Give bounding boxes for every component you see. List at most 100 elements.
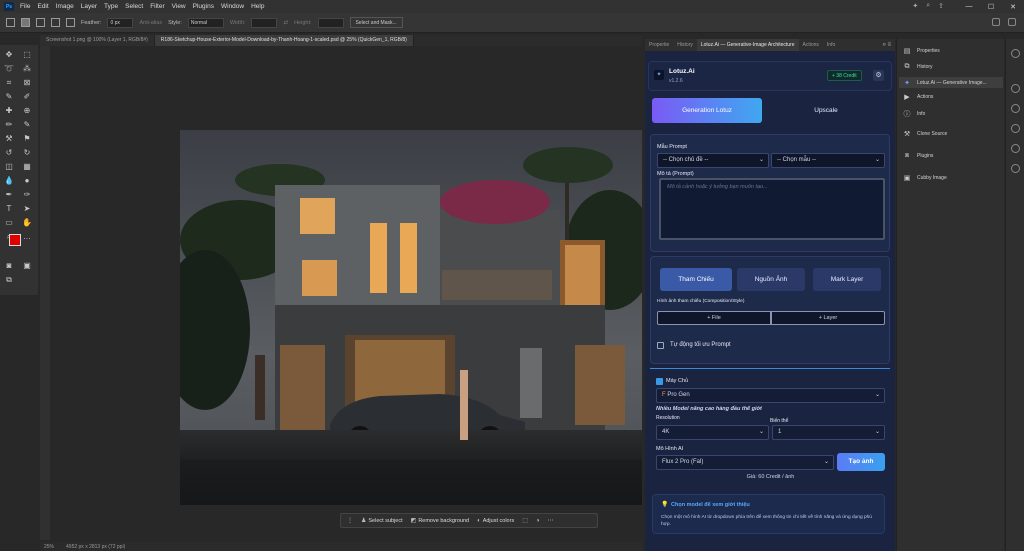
history-brush-icon[interactable]: ↺ bbox=[4, 148, 14, 158]
menu-select[interactable]: Select bbox=[125, 3, 143, 10]
width-input[interactable] bbox=[251, 17, 278, 28]
paths-panel-icon[interactable] bbox=[1011, 164, 1020, 173]
tab-info[interactable]: Info bbox=[823, 39, 839, 51]
panel-item-actions[interactable]: ▶ Actions bbox=[903, 93, 933, 101]
lasso-tool-icon[interactable]: ➰ bbox=[4, 64, 14, 74]
libraries-panel-icon[interactable] bbox=[1011, 124, 1020, 133]
subtract-selection-icon[interactable] bbox=[51, 18, 60, 27]
workspace-icon[interactable] bbox=[1008, 18, 1016, 26]
path-select-icon[interactable]: ➤ bbox=[22, 204, 32, 214]
panel-item-properties[interactable]: ▤ Properties bbox=[903, 47, 940, 55]
style-select[interactable]: Normal bbox=[187, 17, 224, 28]
pencil-tool-icon[interactable]: ✎ bbox=[22, 120, 32, 130]
menu-file[interactable]: File bbox=[20, 3, 30, 10]
adjustments-panel-icon[interactable] bbox=[1011, 104, 1020, 113]
select-subject-button[interactable]: ♟ Select subject bbox=[361, 517, 403, 525]
panel-item-history[interactable]: ⧉ History bbox=[903, 63, 933, 71]
doc-tab-house[interactable]: R186-Sketchup-House-Exterior-Model-Downl… bbox=[154, 35, 414, 46]
mask-icon[interactable]: ◑ bbox=[536, 518, 540, 524]
new-selection-icon[interactable] bbox=[21, 18, 30, 27]
patch-tool-icon[interactable]: ⊕ bbox=[22, 106, 32, 116]
move-tool-icon[interactable]: ✥ bbox=[4, 50, 14, 60]
tab-actions[interactable]: Actions bbox=[799, 39, 823, 51]
menu-type[interactable]: Type bbox=[104, 3, 118, 10]
foreground-color-swatch[interactable] bbox=[9, 234, 21, 246]
swap-icon[interactable]: ⇄ bbox=[283, 20, 288, 26]
photoshop-logo-icon[interactable]: Ps bbox=[4, 2, 14, 11]
auto-optimize-checkbox[interactable] bbox=[657, 342, 664, 349]
tab-generation[interactable]: Generation Lotuz bbox=[652, 98, 762, 123]
eraser-tool-icon[interactable]: ◫ bbox=[4, 162, 14, 172]
panel-item-info[interactable]: ⓘ Info bbox=[903, 109, 926, 119]
blur-tool-icon[interactable]: 💧 bbox=[4, 176, 14, 186]
tab-lotuz[interactable]: Lotuz.Ai — Generative-Image Architecture bbox=[696, 39, 799, 51]
add-selection-icon[interactable] bbox=[36, 18, 45, 27]
adjust-colors-button[interactable]: ◐ Adjust colors bbox=[477, 518, 514, 524]
freeform-pen-icon[interactable]: ✑ bbox=[22, 190, 32, 200]
server-select[interactable]: F Pro Gen ⌄ bbox=[656, 388, 885, 403]
layers-panel-icon[interactable] bbox=[1011, 84, 1020, 93]
dodge-tool-icon[interactable]: ● bbox=[22, 176, 32, 186]
menu-filter[interactable]: Filter bbox=[150, 3, 164, 10]
color-panel-icon[interactable] bbox=[1011, 49, 1020, 58]
search-panel-icon[interactable] bbox=[992, 18, 1000, 26]
variants-select[interactable]: 1 ⌄ bbox=[772, 425, 885, 440]
tab-history[interactable]: History bbox=[673, 39, 697, 51]
tab-mark-layer[interactable]: Mark Layer bbox=[813, 268, 881, 291]
clone-stamp-icon[interactable]: ⚒ bbox=[4, 134, 14, 144]
screen-mode-icon[interactable]: ▣ bbox=[22, 261, 32, 271]
panel-item-plugins[interactable]: ⧈ Plugins bbox=[903, 152, 934, 160]
resolution-select[interactable]: 4K ⌄ bbox=[656, 425, 769, 440]
more-options-icon[interactable]: ⋯ bbox=[548, 517, 554, 524]
channels-panel-icon[interactable] bbox=[1011, 144, 1020, 153]
topic-select[interactable]: -- Chọn chủ đề -- ⌄ bbox=[657, 153, 769, 168]
close-icon[interactable]: ✕ bbox=[1002, 3, 1024, 11]
gradient-tool-icon[interactable]: ▦ bbox=[22, 162, 32, 172]
quick-mask-icon[interactable]: ◙ bbox=[4, 261, 14, 271]
intersect-selection-icon[interactable] bbox=[66, 18, 75, 27]
gear-icon[interactable]: ⚙ bbox=[873, 70, 884, 81]
menu-help[interactable]: Help bbox=[251, 3, 264, 10]
panel-item-cubby-image[interactable]: ▣ Cubby Image bbox=[903, 174, 947, 182]
tab-reference[interactable]: Tham Chiếu bbox=[660, 268, 732, 291]
pen-tool-icon[interactable]: ✒ bbox=[4, 190, 14, 200]
ruler-tool-icon[interactable]: ✐ bbox=[22, 92, 32, 102]
quick-select-tool-icon[interactable]: ⁂ bbox=[22, 64, 32, 74]
tab-source-image[interactable]: Nguồn Ảnh bbox=[737, 268, 805, 291]
tab-properties[interactable]: Propertie bbox=[645, 39, 673, 51]
feather-input[interactable]: 0 px bbox=[107, 17, 134, 28]
menu-image[interactable]: Image bbox=[56, 3, 74, 10]
tab-upscale[interactable]: Upscale bbox=[770, 98, 882, 123]
house-render-image[interactable] bbox=[180, 130, 642, 505]
healing-brush-icon[interactable]: ✚ bbox=[4, 106, 14, 116]
template-select[interactable]: -- Chọn mẫu -- ⌄ bbox=[771, 153, 885, 168]
menu-window[interactable]: Window bbox=[221, 3, 244, 10]
antialias-label[interactable]: Anti-alias bbox=[139, 20, 162, 26]
height-input[interactable] bbox=[317, 17, 344, 28]
edit-toolbar-icon[interactable]: ⧉ bbox=[4, 275, 14, 285]
panel-item-lotuz[interactable]: ✦ Lotuz.Ai — Generative Image... bbox=[899, 77, 1003, 88]
menu-edit[interactable]: Edit bbox=[37, 3, 48, 10]
hand-tool-icon[interactable]: ✋ bbox=[22, 218, 32, 228]
prompt-textarea[interactable]: Mô tả cảnh hoặc ý tưởng bạn muốn tạo... bbox=[659, 178, 885, 240]
marquee-tool-icon[interactable]: ⬚ bbox=[22, 50, 32, 60]
search-icon[interactable]: ⌕ bbox=[926, 2, 930, 10]
panel-item-clone-source[interactable]: ⚒ Clone Source bbox=[903, 130, 947, 138]
frame-tool-icon[interactable]: ⊠ bbox=[22, 78, 32, 88]
select-and-mask-button[interactable]: Select and Mask... bbox=[349, 17, 403, 28]
type-tool-icon[interactable]: T bbox=[4, 204, 14, 214]
more-tools-icon[interactable]: … bbox=[22, 232, 32, 242]
menu-layer[interactable]: Layer bbox=[81, 3, 97, 10]
menu-plugins[interactable]: Plugins bbox=[193, 3, 214, 10]
zoom-level[interactable]: 25% bbox=[44, 544, 54, 550]
art-history-brush-icon[interactable]: ↻ bbox=[22, 148, 32, 158]
generate-image-button[interactable]: Tạo ảnh bbox=[837, 453, 885, 471]
panel-menu-icon[interactable]: » ≡ bbox=[882, 39, 891, 51]
add-file-button[interactable]: + File bbox=[657, 311, 771, 325]
add-layer-button[interactable]: + Layer bbox=[771, 311, 885, 325]
share-icon[interactable]: ⇪ bbox=[938, 2, 944, 10]
pattern-stamp-icon[interactable]: ⚑ bbox=[22, 134, 32, 144]
maximize-icon[interactable]: ☐ bbox=[980, 3, 1002, 11]
transform-icon[interactable]: ⬚ bbox=[522, 517, 528, 524]
model-select[interactable]: Flux 2 Pro (Fal) ⌄ bbox=[656, 455, 834, 470]
